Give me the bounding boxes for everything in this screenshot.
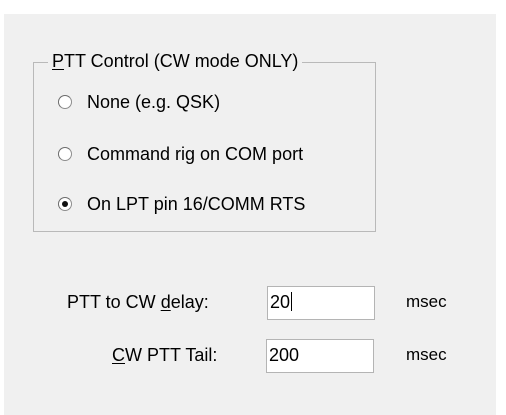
- ptt-delay-label-end: elay:: [170, 292, 209, 312]
- ptt-control-accel-letter: P: [52, 51, 65, 71]
- ptt-control-title-text: TT Control (CW mode ONLY): [64, 51, 299, 71]
- ptt-tail-label: CW PTT Tail:: [112, 345, 217, 366]
- ptt-delay-input[interactable]: 20: [267, 286, 375, 320]
- radio-label-none[interactable]: None (e.g. QSK): [87, 92, 220, 113]
- ptt-delay-label-start: PTT to CW: [67, 292, 161, 312]
- text-caret: [291, 292, 293, 311]
- ptt-tail-accel-letter: C: [112, 345, 125, 365]
- radio-option-command-rig[interactable]: Command rig on COM port: [58, 141, 303, 167]
- ptt-tail-label-end: W PTT Tail:: [125, 345, 218, 365]
- radio-option-none[interactable]: None (e.g. QSK): [58, 89, 220, 115]
- top-edge: [0, 0, 506, 14]
- radio-button-command-rig[interactable]: [58, 147, 72, 161]
- radio-button-none[interactable]: [58, 95, 72, 109]
- ptt-tail-unit: msec: [406, 345, 447, 364]
- ptt-delay-row: PTT to CW delay: 20 msec: [0, 286, 506, 320]
- ptt-tail-row: CW PTT Tail: 200 msec: [0, 339, 506, 373]
- radio-option-lpt-pin[interactable]: On LPT pin 16/COMM RTS: [58, 191, 305, 217]
- ptt-tail-input[interactable]: 200: [266, 339, 374, 373]
- ptt-control-group-title: PTT Control (CW mode ONLY): [48, 50, 303, 72]
- radio-label-command-rig[interactable]: Command rig on COM port: [87, 144, 303, 165]
- radio-button-lpt-pin[interactable]: [58, 197, 72, 211]
- ptt-tail-value: 200: [269, 345, 300, 365]
- ptt-delay-accel-letter: d: [160, 292, 171, 312]
- radio-label-lpt-pin[interactable]: On LPT pin 16/COMM RTS: [87, 194, 305, 215]
- ptt-delay-value: 20: [270, 292, 291, 312]
- ptt-delay-label: PTT to CW delay:: [67, 292, 209, 313]
- ptt-delay-unit: msec: [406, 292, 447, 311]
